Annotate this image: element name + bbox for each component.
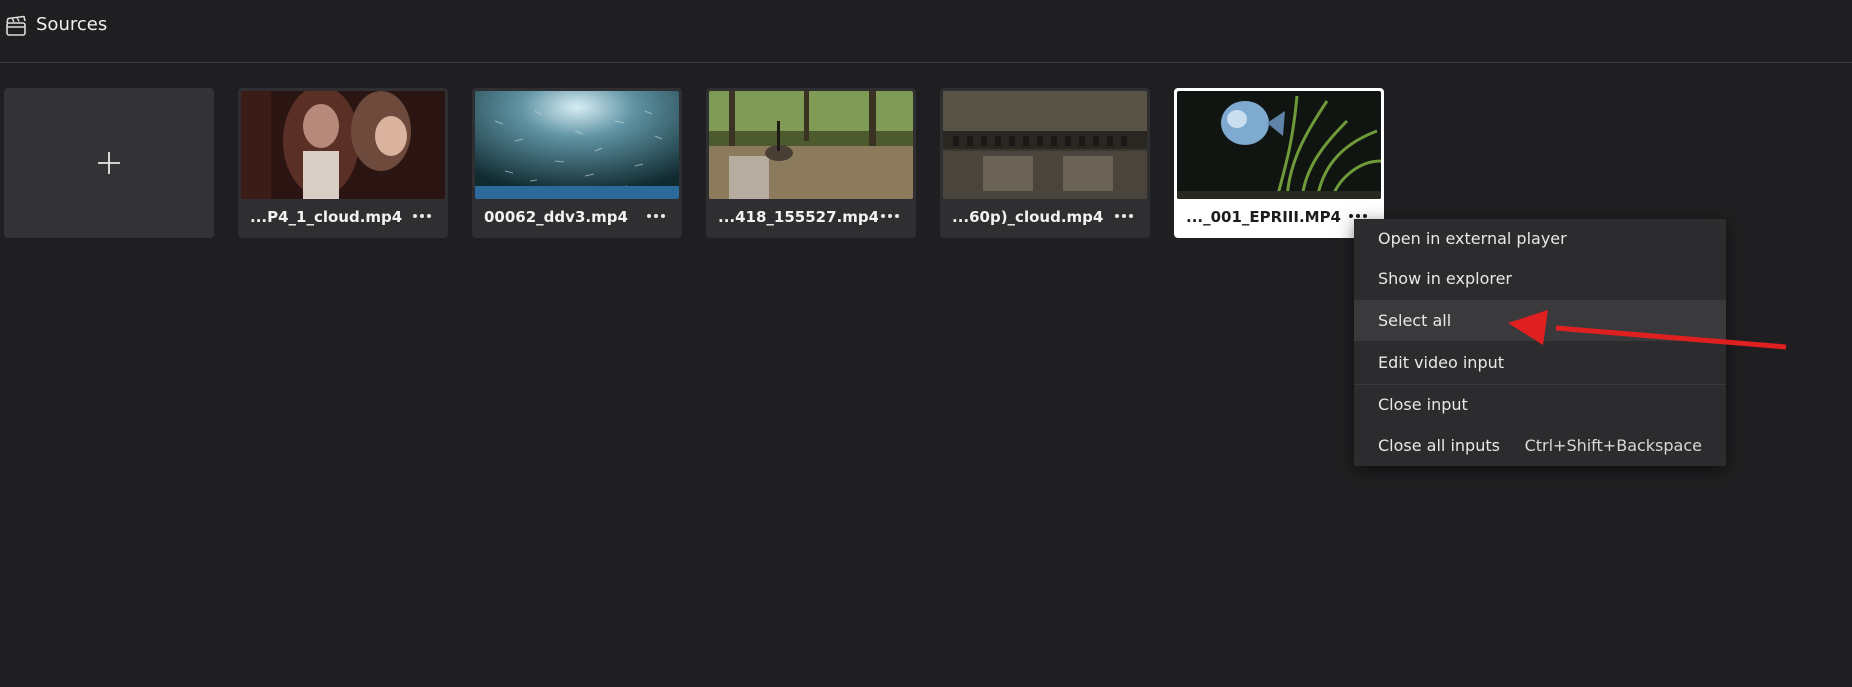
clapperboard-icon xyxy=(6,15,26,36)
add-source-button[interactable] xyxy=(4,88,214,238)
menu-item-show-in-explorer[interactable]: Show in explorer xyxy=(1354,259,1726,299)
source-name: ..._001_EPRIII.MP4 xyxy=(1186,208,1341,226)
menu-item-shortcut: Ctrl+Shift+Backspace xyxy=(1524,436,1702,455)
menu-item-label: Close all inputs xyxy=(1378,436,1500,455)
menu-item-close-all-inputs[interactable]: Close all inputs Ctrl+Shift+Backspace xyxy=(1354,426,1726,466)
video-thumbnail xyxy=(943,91,1147,199)
video-thumbnail xyxy=(475,91,679,199)
menu-item-select-all[interactable]: Select all xyxy=(1354,301,1726,341)
source-name: ...60p)_cloud.mp4 xyxy=(952,208,1104,226)
source-name: ...418_155527.mp4 xyxy=(718,208,878,226)
menu-item-edit-video-input[interactable]: Edit video input xyxy=(1354,343,1726,383)
menu-item-close-input[interactable]: Close input xyxy=(1354,385,1726,425)
context-menu: Open in external player Show in explorer… xyxy=(1354,219,1726,466)
source-tile[interactable]: ...418_155527.mp4 xyxy=(706,88,916,238)
menu-item-label: Open in external player xyxy=(1378,229,1567,248)
video-thumbnail xyxy=(241,91,445,199)
source-tile[interactable]: ...60p)_cloud.mp4 xyxy=(940,88,1150,238)
video-thumbnail xyxy=(709,91,913,199)
page-title: Sources xyxy=(36,14,108,35)
source-tile[interactable]: ...P4_1_cloud.mp4 xyxy=(238,88,448,238)
more-options-icon[interactable] xyxy=(876,204,904,228)
plus-icon xyxy=(98,152,120,174)
menu-item-label: Show in explorer xyxy=(1378,269,1512,288)
video-thumbnail xyxy=(1177,91,1381,199)
menu-item-label: Edit video input xyxy=(1378,353,1505,372)
menu-item-open-external-player[interactable]: Open in external player xyxy=(1354,219,1726,259)
more-options-icon[interactable] xyxy=(642,204,670,228)
more-options-icon[interactable] xyxy=(1110,204,1138,228)
source-tile-selected[interactable]: ..._001_EPRIII.MP4 xyxy=(1174,88,1384,238)
menu-item-label: Select all xyxy=(1378,311,1452,330)
source-tile[interactable]: 00062_ddv3.mp4 xyxy=(472,88,682,238)
menu-item-label: Close input xyxy=(1378,395,1468,414)
more-options-icon[interactable] xyxy=(408,204,436,228)
source-name: ...P4_1_cloud.mp4 xyxy=(250,208,403,226)
source-name: 00062_ddv3.mp4 xyxy=(484,208,628,226)
sources-header: Sources xyxy=(0,0,1852,63)
